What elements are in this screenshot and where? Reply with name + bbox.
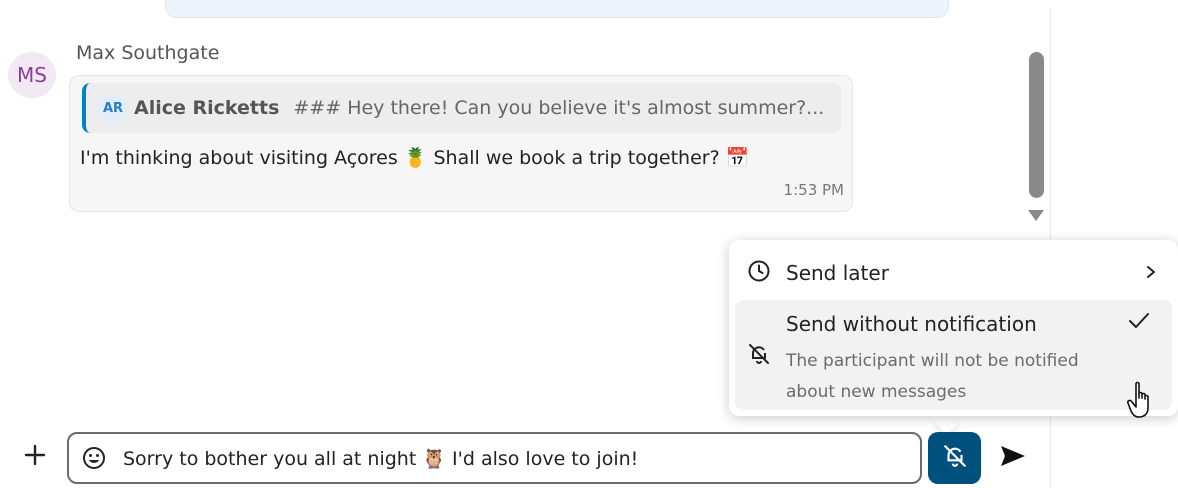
quote-avatar: AR bbox=[98, 93, 128, 123]
send-button[interactable] bbox=[995, 440, 1031, 476]
clock-icon bbox=[747, 259, 771, 287]
bell-off-icon bbox=[747, 342, 771, 370]
quote-author: Alice Ricketts bbox=[134, 97, 280, 119]
message-input[interactable]: Sorry to bother you all at night 🦉 I'd a… bbox=[123, 447, 920, 470]
send-options-menu: Send later Send without notification The… bbox=[729, 240, 1178, 416]
checkmark-icon bbox=[1128, 312, 1150, 334]
chevron-right-icon bbox=[1144, 264, 1158, 283]
emoji-picker-button[interactable] bbox=[81, 445, 107, 471]
bell-off-icon bbox=[942, 443, 968, 473]
message-text: I'm thinking about visiting Açores 🍍 Sha… bbox=[80, 147, 750, 169]
quote-text: ### Hey there! Can you believe it's almo… bbox=[293, 97, 825, 119]
plus-icon bbox=[24, 444, 46, 470]
hand-pointer-cursor-icon bbox=[1127, 381, 1155, 425]
avatar-initials: MS bbox=[17, 63, 47, 87]
send-later-label: Send later bbox=[786, 261, 889, 285]
scroll-down-arrow[interactable] bbox=[1028, 210, 1044, 221]
avatar[interactable]: MS bbox=[8, 52, 56, 98]
smiley-icon bbox=[83, 447, 105, 469]
quoted-message[interactable]: AR Alice Ricketts ### Hey there! Can you… bbox=[82, 83, 841, 133]
previous-message-bubble bbox=[165, 0, 949, 18]
send-icon bbox=[999, 444, 1027, 472]
message-author[interactable]: Max Southgate bbox=[76, 42, 219, 64]
add-attachment-button[interactable] bbox=[22, 444, 48, 470]
send-without-notification-label: Send without notification bbox=[786, 312, 1037, 336]
send-without-notification-description: The participant will not be notified abo… bbox=[786, 351, 1079, 402]
message-bubble: AR Alice Ricketts ### Hey there! Can you… bbox=[69, 75, 853, 212]
scrollbar-thumb[interactable] bbox=[1029, 52, 1044, 198]
menu-item-send-without-notification[interactable]: Send without notification The participan… bbox=[735, 300, 1172, 410]
message-composer: Sorry to bother you all at night 🦉 I'd a… bbox=[67, 432, 922, 484]
send-without-notification-toggle-button[interactable] bbox=[928, 432, 981, 484]
menu-item-send-later[interactable]: Send later bbox=[735, 248, 1172, 298]
message-timestamp: 1:53 PM bbox=[783, 181, 844, 199]
quote-avatar-initials: AR bbox=[102, 100, 124, 116]
